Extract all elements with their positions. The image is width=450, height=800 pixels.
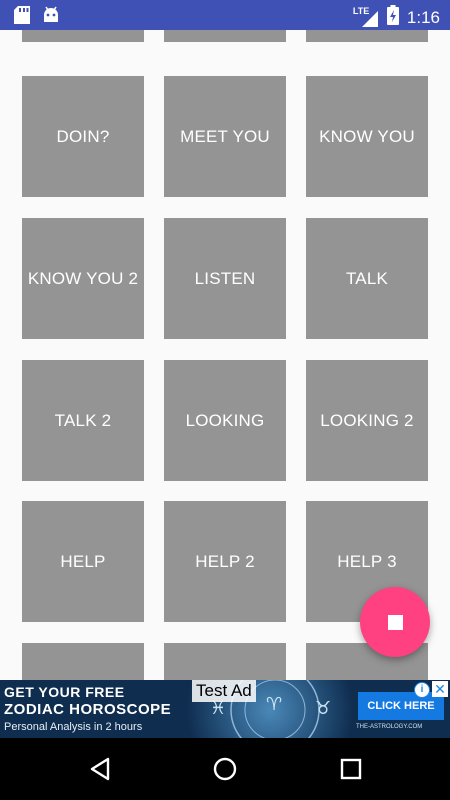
phrase-tile-talk-2[interactable]: TALK 2: [22, 360, 144, 481]
phrase-tile[interactable]: [22, 30, 144, 42]
test-ad-label: Test Ad: [192, 680, 256, 702]
home-icon[interactable]: [212, 756, 238, 782]
svg-text:♉: ♉: [315, 698, 331, 719]
phrase-tile-meet-you[interactable]: MEET YOU: [164, 76, 286, 197]
phrase-tile[interactable]: [22, 643, 144, 680]
ad-headline-2: ZODIAC HOROSCOPE: [4, 701, 172, 718]
phrase-grid[interactable]: DOIN? MEET YOU KNOW YOU KNOW YOU 2 LISTE…: [0, 30, 450, 680]
status-time: 1:16: [406, 7, 440, 27]
phrase-tile-help-2[interactable]: HELP 2: [164, 501, 286, 622]
phrase-tile[interactable]: [164, 643, 286, 680]
phrase-tile-looking[interactable]: LOOKING: [164, 360, 286, 481]
navigation-bar: [0, 738, 450, 800]
lte-signal-icon: LTE: [353, 6, 379, 28]
ad-domain: THE-ASTROLOGY.COM: [356, 724, 423, 730]
phrase-tile-talk[interactable]: TALK: [306, 218, 428, 339]
back-icon[interactable]: [87, 756, 113, 782]
sd-card-icon: [14, 6, 30, 29]
phrase-tile[interactable]: [306, 30, 428, 42]
phrase-tile-know-you-2[interactable]: KNOW YOU 2: [22, 218, 144, 339]
phrase-tile-help[interactable]: HELP: [22, 501, 144, 622]
ad-subtext: Personal Analysis in 2 hours: [4, 721, 143, 733]
phrase-tile-looking-2[interactable]: LOOKING 2: [306, 360, 428, 481]
phrase-tile-listen[interactable]: LISTEN: [164, 218, 286, 339]
svg-text:♈: ♈: [266, 694, 282, 715]
stop-icon: [387, 614, 403, 630]
android-icon: [42, 6, 60, 29]
status-bar: LTE 1:16: [0, 0, 450, 30]
battery-charging-icon: [386, 5, 399, 30]
ad-banner[interactable]: ♓ ♈ ♉ GET YOUR FREE ZODIAC HOROSCOPE Per…: [0, 680, 450, 738]
stop-button[interactable]: [360, 587, 430, 657]
recents-icon[interactable]: [338, 756, 364, 782]
phrase-tile-know-you[interactable]: KNOW YOU: [306, 76, 428, 197]
ad-headline-1: GET YOUR FREE: [4, 684, 125, 700]
info-icon[interactable]: i: [414, 682, 430, 698]
close-icon[interactable]: ✕: [432, 681, 448, 697]
phrase-tile-doin[interactable]: DOIN?: [22, 76, 144, 197]
phrase-tile[interactable]: [164, 30, 286, 42]
